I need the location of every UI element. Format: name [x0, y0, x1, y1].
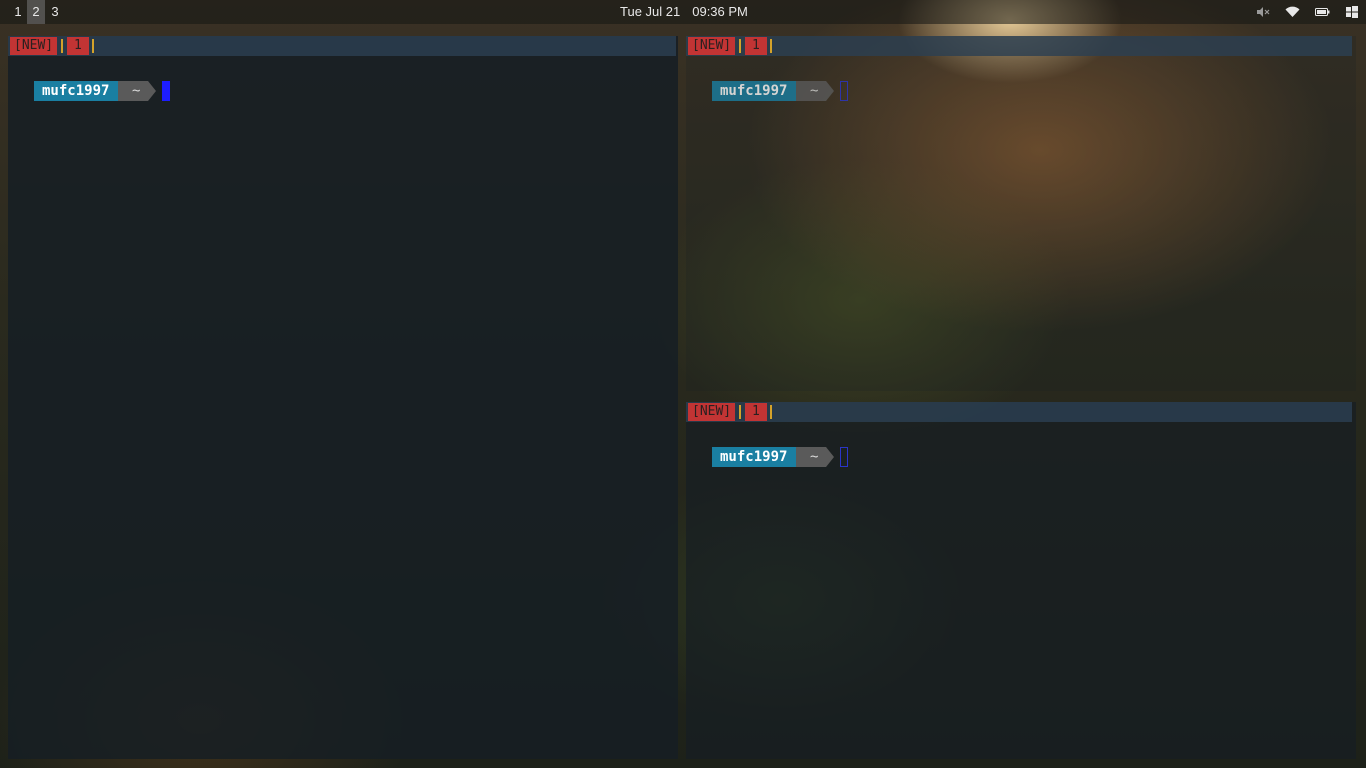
- workspace-3-button[interactable]: 3: [46, 0, 64, 24]
- terminal-cursor: [840, 81, 848, 101]
- prompt-dir-segment: ~: [796, 81, 835, 101]
- status-separator: [739, 39, 741, 53]
- windows-icon[interactable]: [1346, 0, 1358, 24]
- new-tag: [NEW]: [688, 403, 736, 421]
- new-tag: [NEW]: [10, 37, 58, 55]
- workspace-1-button[interactable]: 1: [9, 0, 27, 24]
- terminal-pane-top-right[interactable]: [NEW] 1 mufc1997 ~: [686, 36, 1356, 391]
- workspace-2-button[interactable]: 2: [27, 0, 45, 24]
- status-separator: [61, 39, 63, 53]
- prompt-user-segment: mufc1997: [34, 81, 128, 101]
- prompt-user-segment: mufc1997: [712, 81, 806, 101]
- status-separator: [770, 39, 772, 53]
- terminal-cursor: [840, 447, 848, 467]
- battery-icon[interactable]: [1315, 0, 1330, 24]
- terminal-cursor: [162, 81, 170, 101]
- terminal-pane-left[interactable]: [NEW] 1 mufc1997 ~: [8, 36, 678, 759]
- prompt-dir-segment: ~: [796, 447, 835, 467]
- tmux-status-bar: [NEW] 1: [686, 402, 1352, 422]
- clock-time: 09:36 PM: [692, 4, 748, 19]
- status-separator: [739, 405, 741, 419]
- new-tag: [NEW]: [688, 37, 736, 55]
- tmux-status-bar: [NEW] 1: [686, 36, 1352, 56]
- status-separator: [92, 39, 94, 53]
- status-separator: [770, 405, 772, 419]
- clock-date: Tue Jul 21: [620, 4, 681, 19]
- window-index-tab[interactable]: 1: [745, 403, 767, 421]
- clock[interactable]: Tue Jul 21 09:36 PM: [620, 0, 760, 24]
- terminal-pane-bottom-right[interactable]: [NEW] 1 mufc1997 ~: [686, 402, 1356, 759]
- window-index-tab[interactable]: 1: [745, 37, 767, 55]
- tmux-status-bar: [NEW] 1: [8, 36, 676, 56]
- top-panel: 1 2 3 Tue Jul 21 09:36 PM: [0, 0, 1366, 24]
- prompt-dir-segment: ~: [118, 81, 157, 101]
- window-index-tab[interactable]: 1: [67, 37, 89, 55]
- wifi-icon[interactable]: [1285, 0, 1300, 24]
- prompt-user-segment: mufc1997: [712, 447, 806, 467]
- volume-muted-icon[interactable]: [1256, 0, 1270, 24]
